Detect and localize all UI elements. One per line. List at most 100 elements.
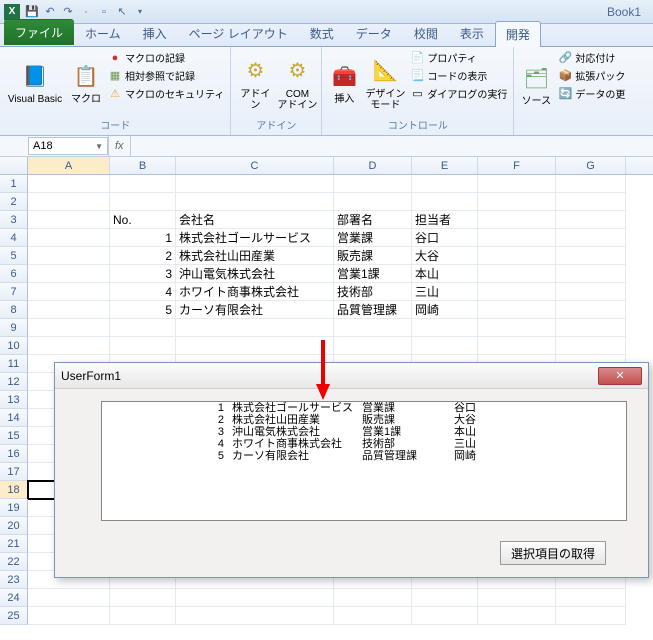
undo-icon[interactable]: ↶ (42, 4, 58, 20)
cell-G3[interactable] (556, 211, 626, 229)
cell-G1[interactable] (556, 175, 626, 193)
row-21[interactable]: 21 (0, 535, 28, 553)
cell-C4[interactable]: 株式会社ゴールサービス (176, 229, 334, 247)
cell-E8[interactable]: 岡崎 (412, 301, 478, 319)
cell-D2[interactable] (334, 193, 412, 211)
list-item[interactable]: 2株式会社山田産業販売課大谷 (102, 414, 626, 426)
close-button[interactable]: ✕ (598, 367, 642, 385)
cell-F6[interactable] (478, 265, 556, 283)
cell-D3[interactable]: 部署名 (334, 211, 412, 229)
tab-file[interactable]: ファイル (4, 19, 74, 45)
row-17[interactable]: 17 (0, 463, 28, 481)
com-addins-button[interactable]: ⚙ COM アドイン (277, 49, 317, 116)
cell-C24[interactable] (176, 589, 334, 607)
row-1[interactable]: 1 (0, 175, 28, 193)
list-item[interactable]: 3沖山電気株式会社営業1課本山 (102, 426, 626, 438)
listbox[interactable]: 1株式会社ゴールサービス営業課谷口2株式会社山田産業販売課大谷3沖山電気株式会社… (101, 401, 627, 521)
cell-C5[interactable]: 株式会社山田産業 (176, 247, 334, 265)
cell-A3[interactable] (28, 211, 110, 229)
cell-G25[interactable] (556, 607, 626, 625)
cursor-icon[interactable]: ↖ (114, 4, 130, 20)
cell-E5[interactable]: 大谷 (412, 247, 478, 265)
cell-B9[interactable] (110, 319, 176, 337)
cell-F4[interactable] (478, 229, 556, 247)
cell-E24[interactable] (412, 589, 478, 607)
design-mode-button[interactable]: 📐 デザイン モード (364, 49, 406, 116)
list-item[interactable]: 1株式会社ゴールサービス営業課谷口 (102, 402, 626, 414)
cell-A6[interactable] (28, 265, 110, 283)
select-all-corner[interactable] (0, 157, 28, 174)
cell-G9[interactable] (556, 319, 626, 337)
run-dialog-button[interactable]: ▭ダイアログの実行 (408, 85, 509, 102)
cell-E7[interactable]: 三山 (412, 283, 478, 301)
cell-C9[interactable] (176, 319, 334, 337)
tab-formulas[interactable]: 数式 (299, 20, 345, 46)
cell-F2[interactable] (478, 193, 556, 211)
cell-G2[interactable] (556, 193, 626, 211)
userform-titlebar[interactable]: UserForm1 ✕ (55, 363, 648, 389)
tab-view[interactable]: 表示 (449, 20, 495, 46)
userform-window[interactable]: UserForm1 ✕ 1株式会社ゴールサービス営業課谷口2株式会社山田産業販売… (54, 362, 649, 578)
cell-E1[interactable] (412, 175, 478, 193)
cell-D10[interactable] (334, 337, 412, 355)
list-item[interactable]: 5カーソ有限会社品質管理課岡崎 (102, 450, 626, 462)
cell-E9[interactable] (412, 319, 478, 337)
cell-F5[interactable] (478, 247, 556, 265)
cell-D5[interactable]: 販売課 (334, 247, 412, 265)
cell-A9[interactable] (28, 319, 110, 337)
cell-C10[interactable] (176, 337, 334, 355)
col-B[interactable]: B (110, 157, 176, 174)
insert-control-button[interactable]: 🧰 挿入 (326, 49, 362, 116)
row-14[interactable]: 14 (0, 409, 28, 427)
visual-basic-button[interactable]: 📘 Visual Basic (4, 49, 66, 116)
cell-E2[interactable] (412, 193, 478, 211)
row-23[interactable]: 23 (0, 571, 28, 589)
row-25[interactable]: 25 (0, 607, 28, 625)
get-selection-button[interactable]: 選択項目の取得 (500, 541, 606, 565)
cell-B25[interactable] (110, 607, 176, 625)
cell-A10[interactable] (28, 337, 110, 355)
cell-C1[interactable] (176, 175, 334, 193)
col-E[interactable]: E (412, 157, 478, 174)
row-16[interactable]: 16 (0, 445, 28, 463)
relative-ref-button[interactable]: ▦相対参照で記録 (106, 67, 226, 84)
view-code-button[interactable]: 📃コードの表示 (408, 67, 509, 84)
formula-input[interactable] (131, 137, 653, 155)
cell-F9[interactable] (478, 319, 556, 337)
namebox-dropdown-icon[interactable]: ▼ (95, 142, 103, 151)
cell-A25[interactable] (28, 607, 110, 625)
record-macro-button[interactable]: ●マクロの記録 (106, 49, 226, 66)
cell-A7[interactable] (28, 283, 110, 301)
col-F[interactable]: F (478, 157, 556, 174)
name-box[interactable]: A18▼ (28, 137, 108, 155)
row-19[interactable]: 19 (0, 499, 28, 517)
cell-D6[interactable]: 営業1課 (334, 265, 412, 283)
row-24[interactable]: 24 (0, 589, 28, 607)
cell-F8[interactable] (478, 301, 556, 319)
row-11[interactable]: 11 (0, 355, 28, 373)
row-13[interactable]: 13 (0, 391, 28, 409)
cell-D9[interactable] (334, 319, 412, 337)
save-icon[interactable]: 💾 (24, 4, 40, 20)
cell-C6[interactable]: 沖山電気株式会社 (176, 265, 334, 283)
col-G[interactable]: G (556, 157, 626, 174)
cell-F24[interactable] (478, 589, 556, 607)
tab-home[interactable]: ホーム (74, 20, 132, 46)
cell-B6[interactable]: 3 (110, 265, 176, 283)
cell-G5[interactable] (556, 247, 626, 265)
cell-B24[interactable] (110, 589, 176, 607)
cell-G6[interactable] (556, 265, 626, 283)
cell-G4[interactable] (556, 229, 626, 247)
row-22[interactable]: 22 (0, 553, 28, 571)
cell-A2[interactable] (28, 193, 110, 211)
cell-D25[interactable] (334, 607, 412, 625)
col-C[interactable]: C (176, 157, 334, 174)
cell-E10[interactable] (412, 337, 478, 355)
print-icon[interactable]: ▫ (96, 4, 112, 20)
tab-pagelayout[interactable]: ページ レイアウト (178, 20, 299, 46)
cell-G10[interactable] (556, 337, 626, 355)
cell-B1[interactable] (110, 175, 176, 193)
row-15[interactable]: 15 (0, 427, 28, 445)
cell-B3[interactable]: No. (110, 211, 176, 229)
cell-D24[interactable] (334, 589, 412, 607)
